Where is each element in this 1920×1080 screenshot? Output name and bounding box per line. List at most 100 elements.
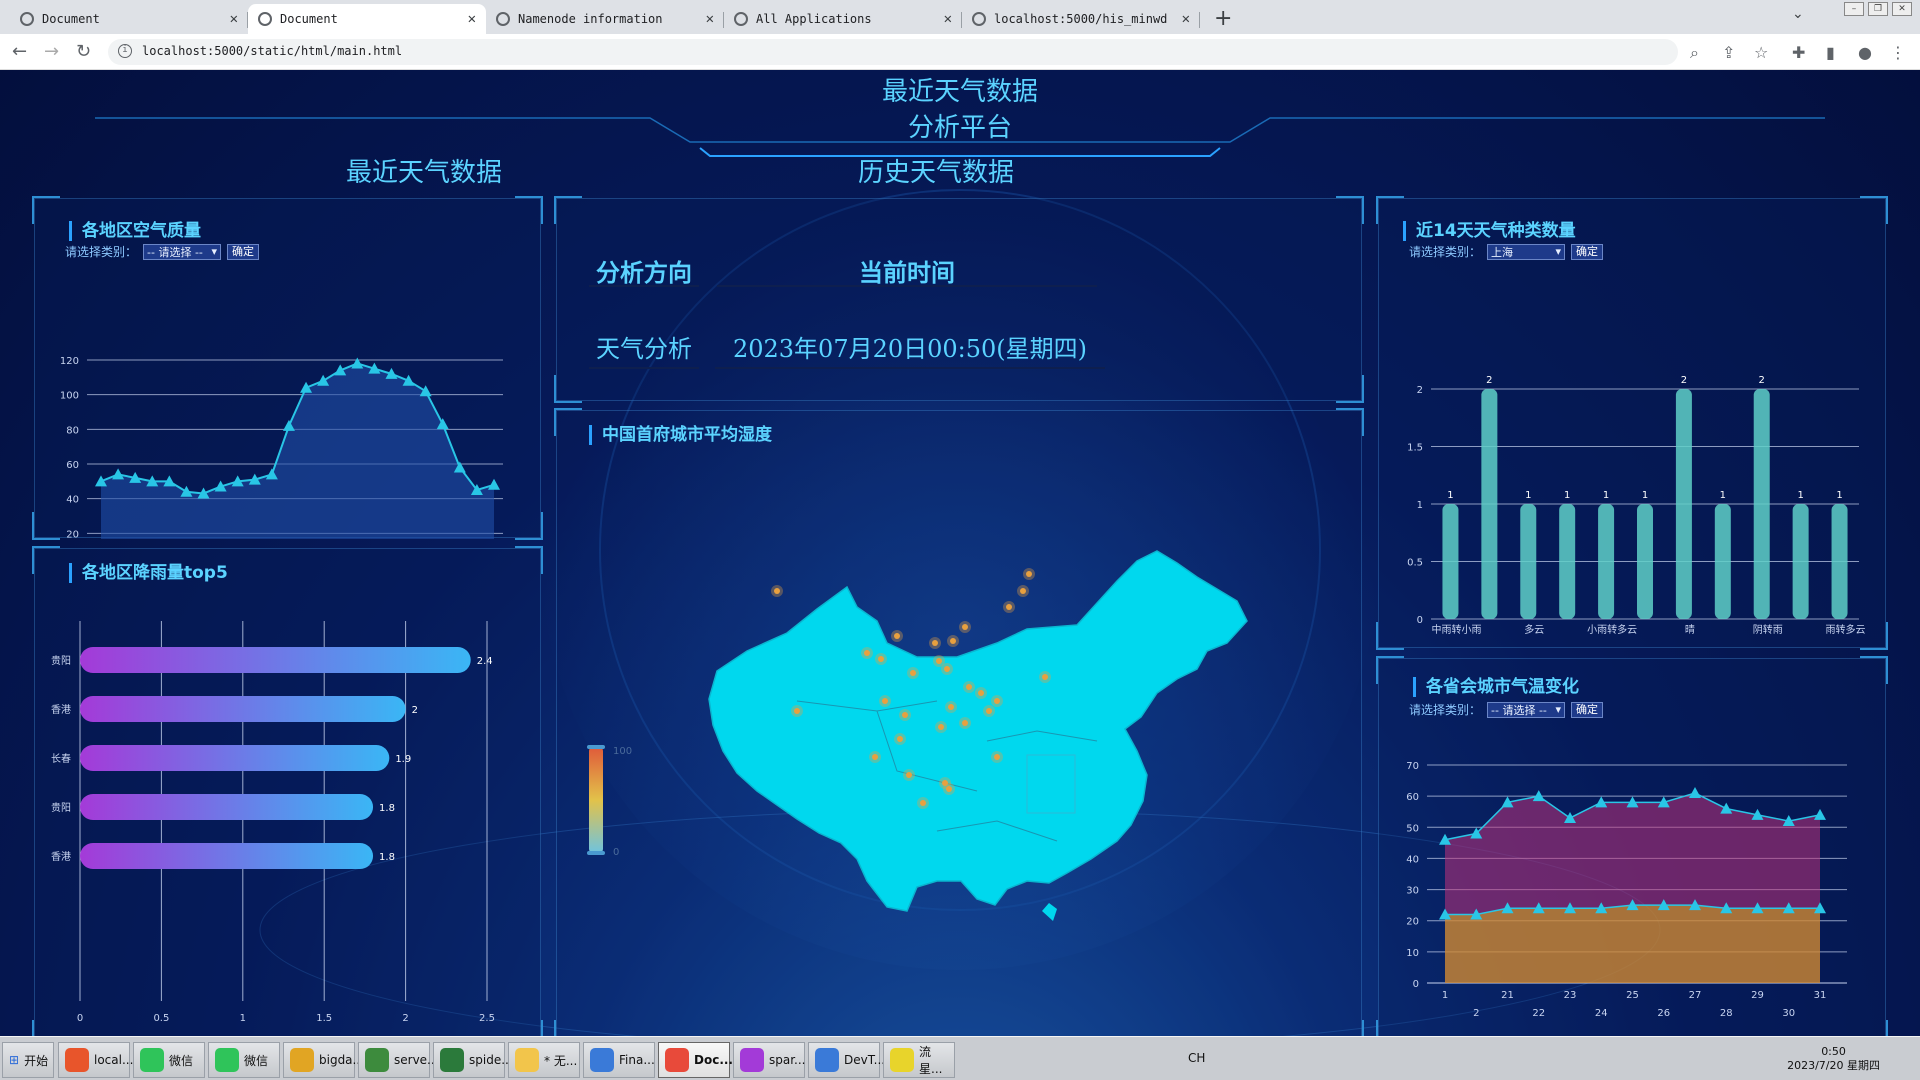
taskbar-item[interactable]: Doc... [658,1042,733,1078]
close-icon[interactable]: ✕ [944,11,952,27]
taskbar-item[interactable]: spar... [733,1042,806,1078]
close-icon[interactable]: ✕ [468,11,476,27]
data-point [1689,787,1701,799]
globe-icon [972,12,986,26]
taskbar-item[interactable]: spide... [433,1042,513,1078]
taskbar-item-label: serve... [394,1053,439,1067]
tab-label: localhost:5000/his_minwd [994,12,1168,26]
visual-map-bar[interactable] [589,747,603,853]
extensions-icon[interactable]: ✚ [1792,43,1805,62]
taskbar-item[interactable]: 流星... [883,1042,955,1078]
chevron-down-icon[interactable]: ⌄ [1792,6,1804,22]
share-icon[interactable]: ⇪ [1722,43,1735,62]
x-tick-label: 1 [1442,990,1448,1001]
city-marker[interactable] [891,630,903,642]
taskbar-item-label: * 无... [544,1053,578,1068]
restore-button[interactable]: ❐ [1868,2,1888,16]
city-marker[interactable] [959,717,971,729]
data-label: 1 [1603,490,1609,501]
city-marker[interactable] [1023,568,1035,580]
start-button[interactable]: ⊞ 开始 [2,1042,54,1078]
taskbar-item-label: 微信 [244,1053,269,1068]
city-marker[interactable] [959,621,971,633]
city-marker[interactable] [917,797,929,809]
city-marker[interactable] [771,585,783,597]
y-tick-label: 0 [1413,979,1419,990]
city-marker[interactable] [899,709,911,721]
city-marker[interactable] [875,653,887,665]
city-marker[interactable] [791,705,803,717]
taskbar-item[interactable]: Fina... [583,1042,655,1078]
language-indicator[interactable]: CH [1188,1051,1205,1065]
city-marker[interactable] [894,733,906,745]
city-marker[interactable] [975,687,987,699]
minimize-button[interactable]: – [1844,2,1864,16]
browser-tab[interactable]: Document ✕ [10,4,248,34]
city-marker[interactable] [1003,601,1015,613]
app-icon [365,1048,389,1072]
x-tick-label: 27 [1689,990,1702,1001]
close-icon[interactable]: ✕ [230,11,238,27]
profile-icon[interactable]: ● [1858,43,1872,62]
weather-type-bar [1714,504,1731,619]
menu-icon[interactable]: ⋮ [1890,43,1906,62]
back-icon[interactable]: ← [12,41,27,62]
city-marker[interactable] [963,681,975,693]
visual-map-handle-bottom[interactable] [587,851,605,855]
y-tick-label: 贵阳 [51,801,71,814]
sidepanel-icon[interactable]: ▮ [1826,43,1835,62]
star-icon[interactable]: ☆ [1754,43,1768,62]
dashboard: 最近天气数据 分析平台 最近天气数据 历史天气数据 各地区空气质量 请选择类别：… [0,70,1920,1036]
system-clock[interactable]: 0:50 2023/7/20 星期四 [1787,1045,1880,1073]
weather-type-bar [1442,504,1459,619]
city-marker[interactable] [861,647,873,659]
china-humidity-map[interactable]: 100 0 [557,411,1363,1036]
new-tab-button[interactable]: + [1214,6,1232,31]
city-marker[interactable] [1039,671,1051,683]
city-marker[interactable] [1017,585,1029,597]
city-marker[interactable] [935,721,947,733]
city-marker[interactable] [941,663,953,675]
browser-tab[interactable]: Namenode information ✕ [486,4,724,34]
city-marker[interactable] [903,769,915,781]
browser-tab-active[interactable]: Document ✕ [248,4,486,34]
close-icon[interactable]: ✕ [706,11,714,27]
forward-icon[interactable]: → [44,41,59,62]
city-marker[interactable] [945,701,957,713]
taskbar-item[interactable]: DevT... [808,1042,885,1078]
x-tick-label: 23 [1564,990,1577,1001]
city-marker[interactable] [947,635,959,647]
zoom-icon[interactable]: ⌕ [1690,43,1699,63]
data-point [1532,790,1545,802]
browser-tab[interactable]: localhost:5000/his_minwd ✕ [962,4,1200,34]
city-marker[interactable] [983,705,995,717]
y-tick-label: 50 [1406,823,1419,834]
close-icon[interactable]: ✕ [1182,11,1190,27]
data-label: 2 [1486,375,1492,386]
taskbar-item[interactable]: local... [58,1042,133,1078]
city-marker[interactable] [907,667,919,679]
tab-label: Document [280,12,338,26]
taskbar-item[interactable]: 微信 [208,1042,280,1078]
visual-map-handle-top[interactable] [587,745,605,749]
city-marker[interactable] [943,783,955,795]
taskbar-item[interactable]: * 无... [508,1042,580,1078]
city-marker[interactable] [991,751,1003,763]
browser-tab[interactable]: All Applications ✕ [724,4,962,34]
reload-icon[interactable]: ↻ [76,41,91,62]
address-bar[interactable]: i localhost:5000/static/html/main.html [108,39,1678,65]
taskbar-item[interactable]: 微信 [133,1042,205,1078]
data-label: 2 [412,705,418,716]
taskbar-item[interactable]: bigda... [283,1042,364,1078]
info-icon[interactable]: i [118,44,132,58]
city-marker[interactable] [929,637,941,649]
taskbar-item[interactable]: serve... [358,1042,439,1078]
weather-type-bar [1637,504,1653,619]
data-point [351,357,364,369]
close-window-button[interactable]: ✕ [1892,2,1912,16]
city-marker[interactable] [933,655,945,667]
city-marker[interactable] [991,695,1003,707]
city-marker[interactable] [879,695,891,707]
weather-type-bar [1559,504,1576,619]
city-marker[interactable] [869,751,881,763]
